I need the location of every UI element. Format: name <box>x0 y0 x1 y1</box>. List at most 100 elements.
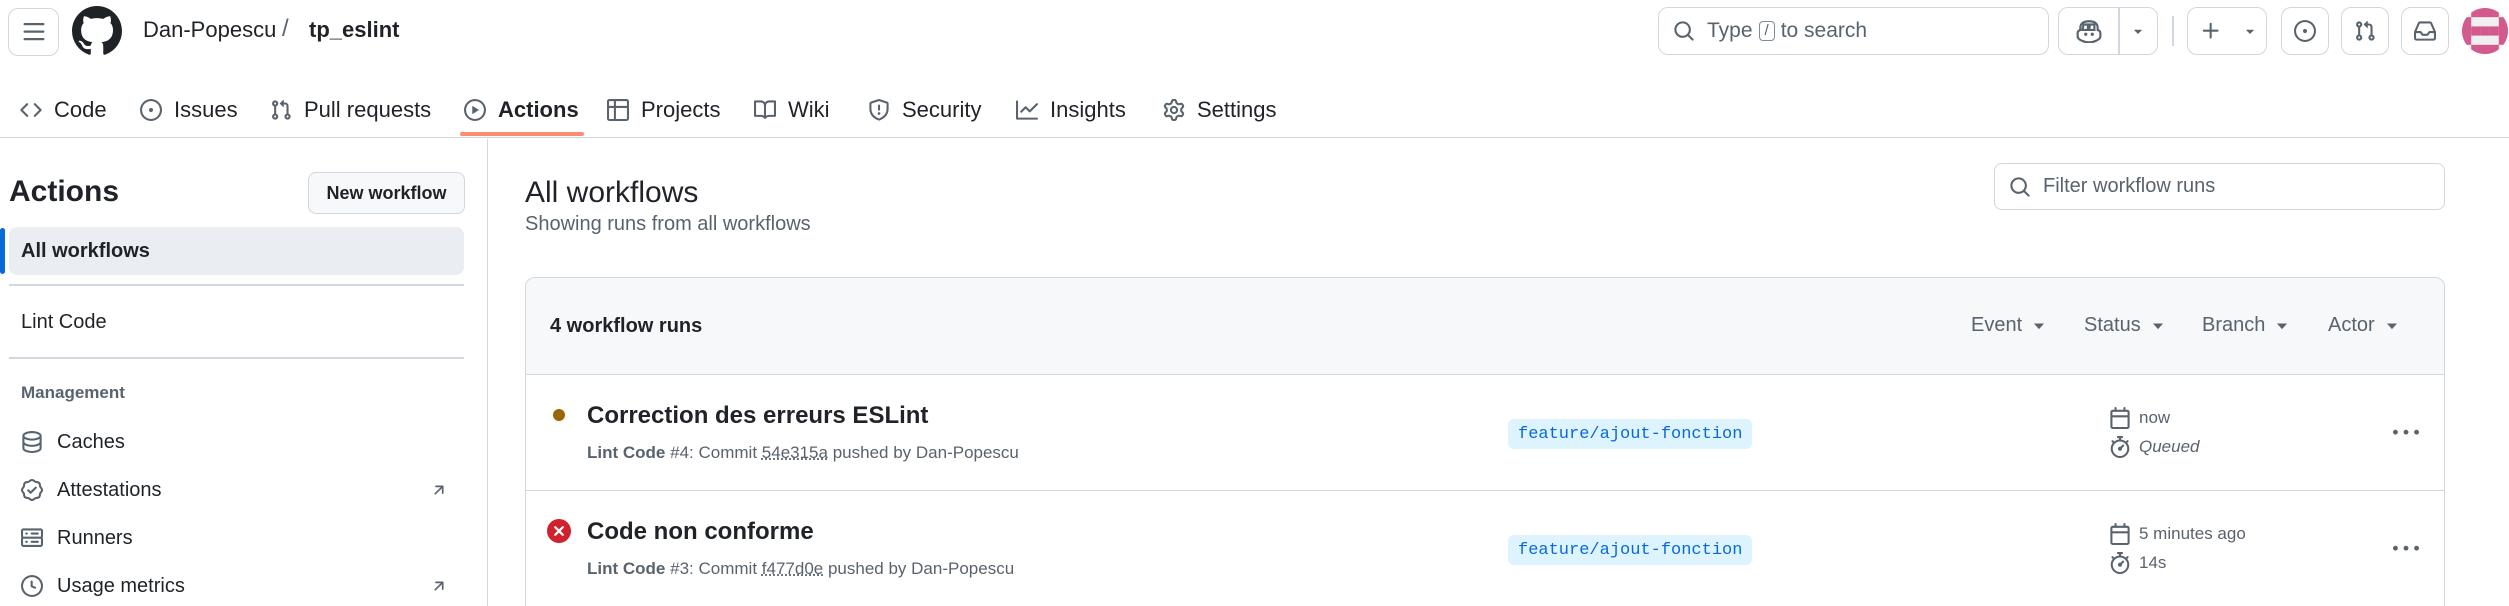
shield-icon <box>868 99 890 121</box>
github-logo-icon[interactable] <box>72 6 122 56</box>
workflow-run-row[interactable]: Correction des erreurs ESLint Lint Code … <box>526 375 2444 491</box>
run-commit-prefix: : Commit <box>689 443 758 462</box>
plus-icon <box>2200 20 2222 42</box>
tab-label: Insights <box>1050 97 1126 122</box>
sidebar-item-all-workflows[interactable]: All workflows <box>9 227 464 275</box>
create-new-menu-button[interactable] <box>2234 8 2266 54</box>
issue-opened-icon <box>140 99 162 121</box>
run-title-link[interactable]: Correction des erreurs ESLint <box>587 402 928 430</box>
breadcrumb-repo[interactable]: tp_eslint <box>309 17 399 43</box>
run-commit-sha-link[interactable]: 54e315a <box>762 443 828 462</box>
git-pull-request-icon <box>270 99 292 121</box>
code-icon <box>20 99 42 121</box>
gear-icon <box>1163 99 1185 121</box>
run-duration-text: 14s <box>2139 553 2167 572</box>
filter-placeholder: Filter workflow runs <box>2043 175 2216 197</box>
menu-button[interactable] <box>8 8 59 56</box>
workflow-run-row[interactable]: Code non conforme Lint Code #3: Commit f… <box>526 491 2444 606</box>
tab-pull-requests[interactable]: Pull requests <box>270 82 431 138</box>
table-icon <box>607 99 629 121</box>
sidebar-item-caches[interactable]: Caches <box>9 419 464 465</box>
run-commit-prefix: : Commit <box>689 559 758 578</box>
runs-list-header: 4 workflow runs Event Status Branch Acto… <box>526 278 2444 375</box>
global-search-input[interactable]: Type / to search <box>1658 7 2049 55</box>
your-pull-requests-button[interactable] <box>2341 7 2389 55</box>
run-commit-sha-link[interactable]: f477d0e <box>762 559 823 578</box>
tab-code[interactable]: Code <box>20 82 107 138</box>
tab-insights[interactable]: Insights <box>1016 82 1126 138</box>
tab-actions[interactable]: Actions <box>464 82 579 138</box>
tab-settings[interactable]: Settings <box>1163 82 1277 138</box>
tab-label: Code <box>54 97 107 122</box>
triangle-down-icon <box>2275 319 2289 333</box>
run-number: #3 <box>670 559 690 578</box>
tab-projects[interactable]: Projects <box>607 82 720 138</box>
page-subtitle: Showing runs from all workflows <box>525 213 811 235</box>
sidebar-title: Actions <box>9 175 120 208</box>
tab-label: Wiki <box>788 97 830 122</box>
active-item-indicator <box>0 228 5 274</box>
triangle-down-icon <box>2385 319 2399 333</box>
tab-label: Actions <box>498 97 579 122</box>
filter-status-dropdown[interactable]: Status <box>2084 314 2165 337</box>
filter-label: Status <box>2084 314 2141 336</box>
your-issues-button[interactable] <box>2281 7 2329 55</box>
create-new-split-button <box>2187 7 2267 55</box>
tab-issues[interactable]: Issues <box>140 82 238 138</box>
triangle-down-icon <box>2151 319 2165 333</box>
copilot-menu-button[interactable] <box>2120 8 2157 54</box>
book-icon <box>754 99 776 121</box>
sidebar-divider <box>9 284 464 286</box>
run-time-text: now <box>2139 408 2171 427</box>
search-suffix-text: to search <box>1780 19 1868 42</box>
triangle-down-icon <box>2032 319 2046 333</box>
workflow-runs-list: 4 workflow runs Event Status Branch Acto… <box>525 277 2445 606</box>
breadcrumb-owner[interactable]: Dan-Popescu <box>143 17 276 43</box>
run-timestamp: now <box>2109 407 2170 429</box>
stopwatch-icon <box>2109 552 2131 574</box>
hamburger-icon <box>22 20 46 44</box>
run-actions-menu-button[interactable] <box>2386 415 2426 451</box>
run-duration: 14s <box>2109 552 2166 574</box>
filter-event-dropdown[interactable]: Event <box>1971 314 2046 337</box>
sidebar-management-heading: Management <box>21 383 125 402</box>
breadcrumb-separator: / <box>282 15 289 42</box>
run-workflow-name: Lint Code <box>587 559 666 578</box>
run-pushed-by: pushed by Dan-Popescu <box>832 443 1019 462</box>
issue-opened-icon <box>2294 20 2316 42</box>
clock-icon <box>21 575 43 597</box>
search-icon <box>1673 20 1695 42</box>
notifications-button[interactable] <box>2401 7 2449 55</box>
repository-nav: Code Issues Pull requests Actions Projec… <box>0 82 2509 138</box>
kebab-horizontal-icon <box>2393 536 2419 562</box>
filter-workflow-runs-input[interactable]: Filter workflow runs <box>1994 163 2445 210</box>
filter-branch-dropdown[interactable]: Branch <box>2202 314 2289 337</box>
verified-icon <box>21 479 43 501</box>
branch-label[interactable]: feature/ajout-fonction <box>1508 419 1753 449</box>
run-title-link[interactable]: Code non conforme <box>587 518 814 546</box>
sidebar-item-attestations[interactable]: Attestations <box>9 467 464 513</box>
new-workflow-button[interactable]: New workflow <box>308 172 465 214</box>
sidebar-item-lint-code[interactable]: Lint Code <box>9 298 464 346</box>
triangle-down-icon <box>2131 24 2145 38</box>
calendar-icon <box>2109 407 2131 429</box>
copilot-button[interactable] <box>2059 8 2118 54</box>
run-timestamp: 5 minutes ago <box>2109 523 2246 545</box>
run-pushed-by: pushed by Dan-Popescu <box>827 559 1015 578</box>
tab-security[interactable]: Security <box>868 82 981 138</box>
create-new-button[interactable] <box>2188 8 2234 54</box>
sidebar-divider <box>9 357 464 359</box>
sidebar-item-runners[interactable]: Runners <box>9 515 464 561</box>
tab-wiki[interactable]: Wiki <box>754 82 830 138</box>
run-meta: Lint Code #3: Commit f477d0e pushed by D… <box>587 559 1014 579</box>
branch-label[interactable]: feature/ajout-fonction <box>1508 535 1753 565</box>
user-avatar[interactable] <box>2462 8 2508 54</box>
inbox-icon <box>2414 20 2436 42</box>
stopwatch-icon <box>2109 436 2131 458</box>
run-actions-menu-button[interactable] <box>2386 531 2426 567</box>
sidebar-item-usage-metrics[interactable]: Usage metrics <box>9 563 464 606</box>
global-header: Dan-Popescu / tp_eslint Type / to search <box>0 0 2509 62</box>
run-meta: Lint Code #4: Commit 54e315a pushed by D… <box>587 443 1019 463</box>
filter-actor-dropdown[interactable]: Actor <box>2328 314 2399 337</box>
search-prefix-text: Type <box>1707 19 1753 42</box>
